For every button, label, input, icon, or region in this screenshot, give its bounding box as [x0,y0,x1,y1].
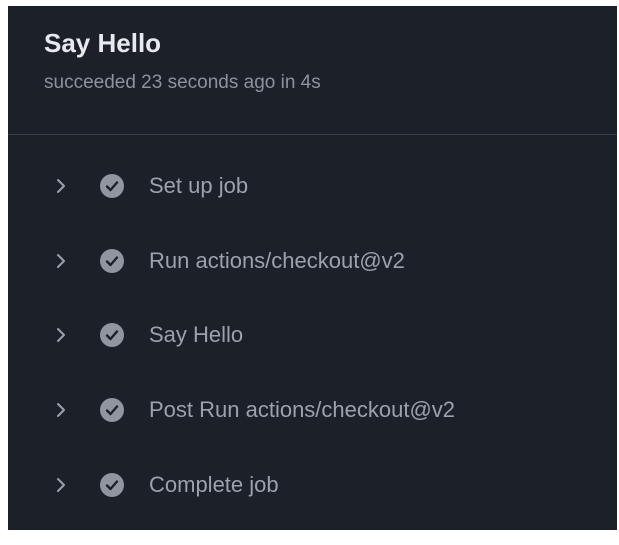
check-circle-icon [100,398,124,422]
chevron-right-icon[interactable] [54,251,68,271]
chevron-right-icon[interactable] [54,325,68,345]
check-circle-icon [100,249,124,273]
chevron-right-icon[interactable] [54,400,68,420]
chevron-right-icon[interactable] [54,475,68,495]
step-label: Say Hello [149,322,244,347]
step-row[interactable]: Set up job [8,166,617,206]
step-row[interactable]: Say Hello [8,315,617,355]
step-label: Complete job [149,472,279,497]
check-circle-icon [100,473,124,497]
chevron-right-icon[interactable] [54,176,68,196]
job-title: Say Hello [44,28,162,58]
divider [8,134,617,135]
step-label: Post Run actions/checkout@v2 [149,397,456,422]
step-row[interactable]: Complete job [8,465,617,505]
job-status: succeeded 23 seconds ago in 4s [44,72,321,93]
step-label: Run actions/checkout@v2 [149,248,405,273]
check-circle-icon [100,323,124,347]
check-circle-icon [100,174,124,198]
job-panel: Say Hello succeeded 23 seconds ago in 4s… [8,6,617,530]
step-row[interactable]: Post Run actions/checkout@v2 [8,390,617,430]
step-label: Set up job [149,173,249,198]
step-row[interactable]: Run actions/checkout@v2 [8,241,617,281]
